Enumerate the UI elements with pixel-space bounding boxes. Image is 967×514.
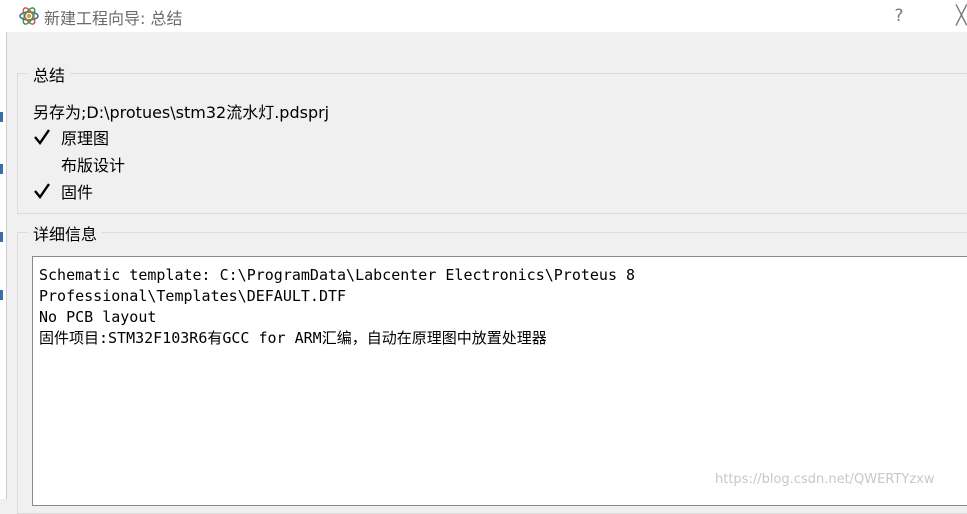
details-line: No PCB layout xyxy=(39,308,157,326)
details-text-area[interactable]: Schematic template: C:\ProgramData\Labce… xyxy=(32,256,967,506)
title-bar: 新建工程向导: 总结 ? ╳ xyxy=(6,0,967,32)
help-button[interactable]: ? xyxy=(886,3,912,29)
summary-group-title: 总结 xyxy=(28,62,71,86)
details-line: 固件项目:STM32F103R6有GCC for ARM汇编，自动在原理图中放置… xyxy=(39,329,547,347)
background-window-edge xyxy=(0,0,7,499)
summary-item-firmware: 固件 xyxy=(61,183,94,202)
proteus-app-icon xyxy=(18,6,40,26)
check-icon xyxy=(33,182,51,200)
summary-group: 总结 xyxy=(17,62,967,214)
details-text: Schematic template: C:\ProgramData\Labce… xyxy=(39,265,635,349)
background-marker xyxy=(0,164,3,174)
check-icon xyxy=(33,128,51,146)
close-button[interactable]: ╳ xyxy=(956,3,967,29)
summary-item-pcb-layout: 布版设计 xyxy=(61,156,126,175)
background-marker xyxy=(0,290,3,300)
background-marker xyxy=(0,112,3,122)
details-line: Professional\Templates\DEFAULT.DTF xyxy=(39,287,347,305)
background-marker xyxy=(0,232,3,242)
details-line: Schematic template: C:\ProgramData\Labce… xyxy=(39,266,636,284)
details-group-title: 详细信息 xyxy=(28,221,103,245)
summary-item-schematic: 原理图 xyxy=(61,129,110,148)
window-title: 新建工程向导: 总结 xyxy=(44,9,183,28)
save-as-path: 另存为;D:\protues\stm32流水灯.pdsprj xyxy=(33,103,330,122)
watermark: https://blog.csdn.net/QWERTYzxw xyxy=(715,472,935,487)
